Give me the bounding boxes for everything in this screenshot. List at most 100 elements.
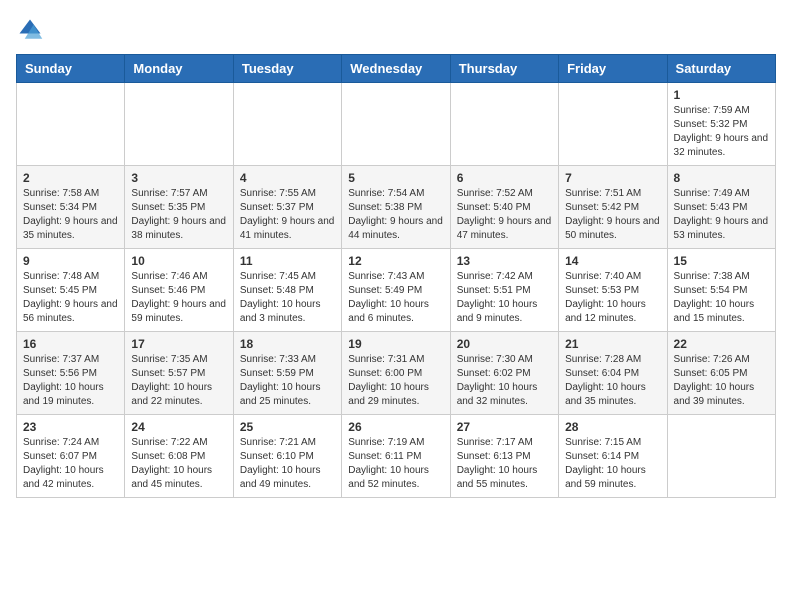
day-info: Sunrise: 7:31 AM Sunset: 6:00 PM Dayligh… [348, 353, 443, 409]
calendar-week-row: 9 Sunrise: 7:48 AM Sunset: 5:45 PM Daylig… [17, 249, 776, 332]
day-number: 8 [674, 171, 769, 185]
calendar-cell: 15 Sunrise: 7:38 AM Sunset: 5:54 PM Dayli… [667, 249, 775, 332]
calendar-cell: 3 Sunrise: 7:57 AM Sunset: 5:35 PM Daylig… [125, 166, 233, 249]
calendar-cell: 13Sunrise: 7:42 AM Sunset: 5:51 PM Dayli… [450, 249, 558, 332]
day-info: Sunrise: 7:37 AM Sunset: 5:56 PM Dayligh… [23, 353, 118, 409]
day-info: Sunrise: 7:33 AM Sunset: 5:59 PM Dayligh… [240, 353, 335, 409]
calendar-cell: 19 Sunrise: 7:31 AM Sunset: 6:00 PM Dayli… [342, 332, 450, 415]
calendar-cell: 26 Sunrise: 7:19 AM Sunset: 6:11 PM Dayli… [342, 415, 450, 498]
calendar-cell: 5Sunrise: 7:54 AM Sunset: 5:38 PM Daylig… [342, 166, 450, 249]
day-number: 17 [131, 337, 226, 351]
day-info: Sunrise: 7:55 AM Sunset: 5:37 PM Dayligh… [240, 187, 335, 243]
day-number: 4 [240, 171, 335, 185]
day-header-sunday: Sunday [17, 55, 125, 83]
day-number: 25 [240, 420, 335, 434]
calendar-cell: 28 Sunrise: 7:15 AM Sunset: 6:14 PM Dayli… [559, 415, 667, 498]
day-number: 10 [131, 254, 226, 268]
calendar-week-row: 1 Sunrise: 7:59 AM Sunset: 5:32 PM Daylig… [17, 83, 776, 166]
day-info: Sunrise: 7:40 AM Sunset: 5:53 PM Dayligh… [565, 270, 660, 326]
calendar-cell: 24 Sunrise: 7:22 AM Sunset: 6:08 PM Dayli… [125, 415, 233, 498]
day-info: Sunrise: 7:24 AM Sunset: 6:07 PM Dayligh… [23, 436, 118, 492]
day-info: Sunrise: 7:35 AM Sunset: 5:57 PM Dayligh… [131, 353, 226, 409]
calendar-cell: 20 Sunrise: 7:30 AM Sunset: 6:02 PM Dayli… [450, 332, 558, 415]
day-header-thursday: Thursday [450, 55, 558, 83]
day-info: Sunrise: 7:51 AM Sunset: 5:42 PM Dayligh… [565, 187, 660, 243]
calendar-week-row: 16 Sunrise: 7:37 AM Sunset: 5:56 PM Dayli… [17, 332, 776, 415]
day-header-wednesday: Wednesday [342, 55, 450, 83]
day-info: Sunrise: 7:19 AM Sunset: 6:11 PM Dayligh… [348, 436, 443, 492]
calendar-cell [125, 83, 233, 166]
day-number: 20 [457, 337, 552, 351]
calendar-cell: 2 Sunrise: 7:58 AM Sunset: 5:34 PM Daylig… [17, 166, 125, 249]
day-number: 12 [348, 254, 443, 268]
day-header-friday: Friday [559, 55, 667, 83]
day-header-monday: Monday [125, 55, 233, 83]
calendar-cell: 1 Sunrise: 7:59 AM Sunset: 5:32 PM Daylig… [667, 83, 775, 166]
calendar-cell: 7Sunrise: 7:51 AM Sunset: 5:42 PM Daylig… [559, 166, 667, 249]
calendar-cell [667, 415, 775, 498]
calendar-cell: 11Sunrise: 7:45 AM Sunset: 5:48 PM Dayli… [233, 249, 341, 332]
day-number: 2 [23, 171, 118, 185]
calendar-cell: 22 Sunrise: 7:26 AM Sunset: 6:05 PM Dayli… [667, 332, 775, 415]
day-info: Sunrise: 7:43 AM Sunset: 5:49 PM Dayligh… [348, 270, 443, 326]
day-info: Sunrise: 7:17 AM Sunset: 6:13 PM Dayligh… [457, 436, 552, 492]
calendar-cell: 17 Sunrise: 7:35 AM Sunset: 5:57 PM Dayli… [125, 332, 233, 415]
page-header [16, 16, 776, 44]
day-number: 6 [457, 171, 552, 185]
day-number: 22 [674, 337, 769, 351]
calendar-cell [450, 83, 558, 166]
day-info: Sunrise: 7:58 AM Sunset: 5:34 PM Dayligh… [23, 187, 118, 243]
calendar-cell [233, 83, 341, 166]
day-info: Sunrise: 7:38 AM Sunset: 5:54 PM Dayligh… [674, 270, 769, 326]
calendar-cell: 6 Sunrise: 7:52 AM Sunset: 5:40 PM Daylig… [450, 166, 558, 249]
calendar-week-row: 23Sunrise: 7:24 AM Sunset: 6:07 PM Dayli… [17, 415, 776, 498]
day-number: 3 [131, 171, 226, 185]
calendar-cell: 4 Sunrise: 7:55 AM Sunset: 5:37 PM Daylig… [233, 166, 341, 249]
day-number: 27 [457, 420, 552, 434]
day-number: 16 [23, 337, 118, 351]
calendar-cell: 9 Sunrise: 7:48 AM Sunset: 5:45 PM Daylig… [17, 249, 125, 332]
logo [16, 16, 48, 44]
calendar-cell: 16 Sunrise: 7:37 AM Sunset: 5:56 PM Dayli… [17, 332, 125, 415]
calendar-week-row: 2 Sunrise: 7:58 AM Sunset: 5:34 PM Daylig… [17, 166, 776, 249]
calendar-table: SundayMondayTuesdayWednesdayThursdayFrid… [16, 54, 776, 498]
day-info: Sunrise: 7:22 AM Sunset: 6:08 PM Dayligh… [131, 436, 226, 492]
day-number: 1 [674, 88, 769, 102]
day-number: 5 [348, 171, 443, 185]
day-number: 14 [565, 254, 660, 268]
day-number: 24 [131, 420, 226, 434]
calendar-cell: 14 Sunrise: 7:40 AM Sunset: 5:53 PM Dayli… [559, 249, 667, 332]
calendar-cell: 12 Sunrise: 7:43 AM Sunset: 5:49 PM Dayli… [342, 249, 450, 332]
day-info: Sunrise: 7:42 AM Sunset: 5:51 PM Dayligh… [457, 270, 552, 326]
calendar-cell: 23Sunrise: 7:24 AM Sunset: 6:07 PM Dayli… [17, 415, 125, 498]
day-number: 19 [348, 337, 443, 351]
logo-icon [16, 16, 44, 44]
day-info: Sunrise: 7:28 AM Sunset: 6:04 PM Dayligh… [565, 353, 660, 409]
day-number: 26 [348, 420, 443, 434]
day-number: 11 [240, 254, 335, 268]
day-info: Sunrise: 7:30 AM Sunset: 6:02 PM Dayligh… [457, 353, 552, 409]
day-info: Sunrise: 7:26 AM Sunset: 6:05 PM Dayligh… [674, 353, 769, 409]
day-info: Sunrise: 7:49 AM Sunset: 5:43 PM Dayligh… [674, 187, 769, 243]
day-info: Sunrise: 7:21 AM Sunset: 6:10 PM Dayligh… [240, 436, 335, 492]
calendar-cell: 21 Sunrise: 7:28 AM Sunset: 6:04 PM Dayli… [559, 332, 667, 415]
calendar-cell: 18 Sunrise: 7:33 AM Sunset: 5:59 PM Dayli… [233, 332, 341, 415]
calendar-cell [559, 83, 667, 166]
calendar-cell [17, 83, 125, 166]
day-number: 21 [565, 337, 660, 351]
day-number: 28 [565, 420, 660, 434]
day-info: Sunrise: 7:59 AM Sunset: 5:32 PM Dayligh… [674, 104, 769, 160]
day-info: Sunrise: 7:57 AM Sunset: 5:35 PM Dayligh… [131, 187, 226, 243]
calendar-cell: 25 Sunrise: 7:21 AM Sunset: 6:10 PM Dayli… [233, 415, 341, 498]
calendar-cell [342, 83, 450, 166]
day-number: 18 [240, 337, 335, 351]
day-number: 9 [23, 254, 118, 268]
day-info: Sunrise: 7:46 AM Sunset: 5:46 PM Dayligh… [131, 270, 226, 326]
day-info: Sunrise: 7:48 AM Sunset: 5:45 PM Dayligh… [23, 270, 118, 326]
day-header-tuesday: Tuesday [233, 55, 341, 83]
day-info: Sunrise: 7:15 AM Sunset: 6:14 PM Dayligh… [565, 436, 660, 492]
day-header-saturday: Saturday [667, 55, 775, 83]
calendar-cell: 27 Sunrise: 7:17 AM Sunset: 6:13 PM Dayli… [450, 415, 558, 498]
day-number: 15 [674, 254, 769, 268]
day-info: Sunrise: 7:52 AM Sunset: 5:40 PM Dayligh… [457, 187, 552, 243]
